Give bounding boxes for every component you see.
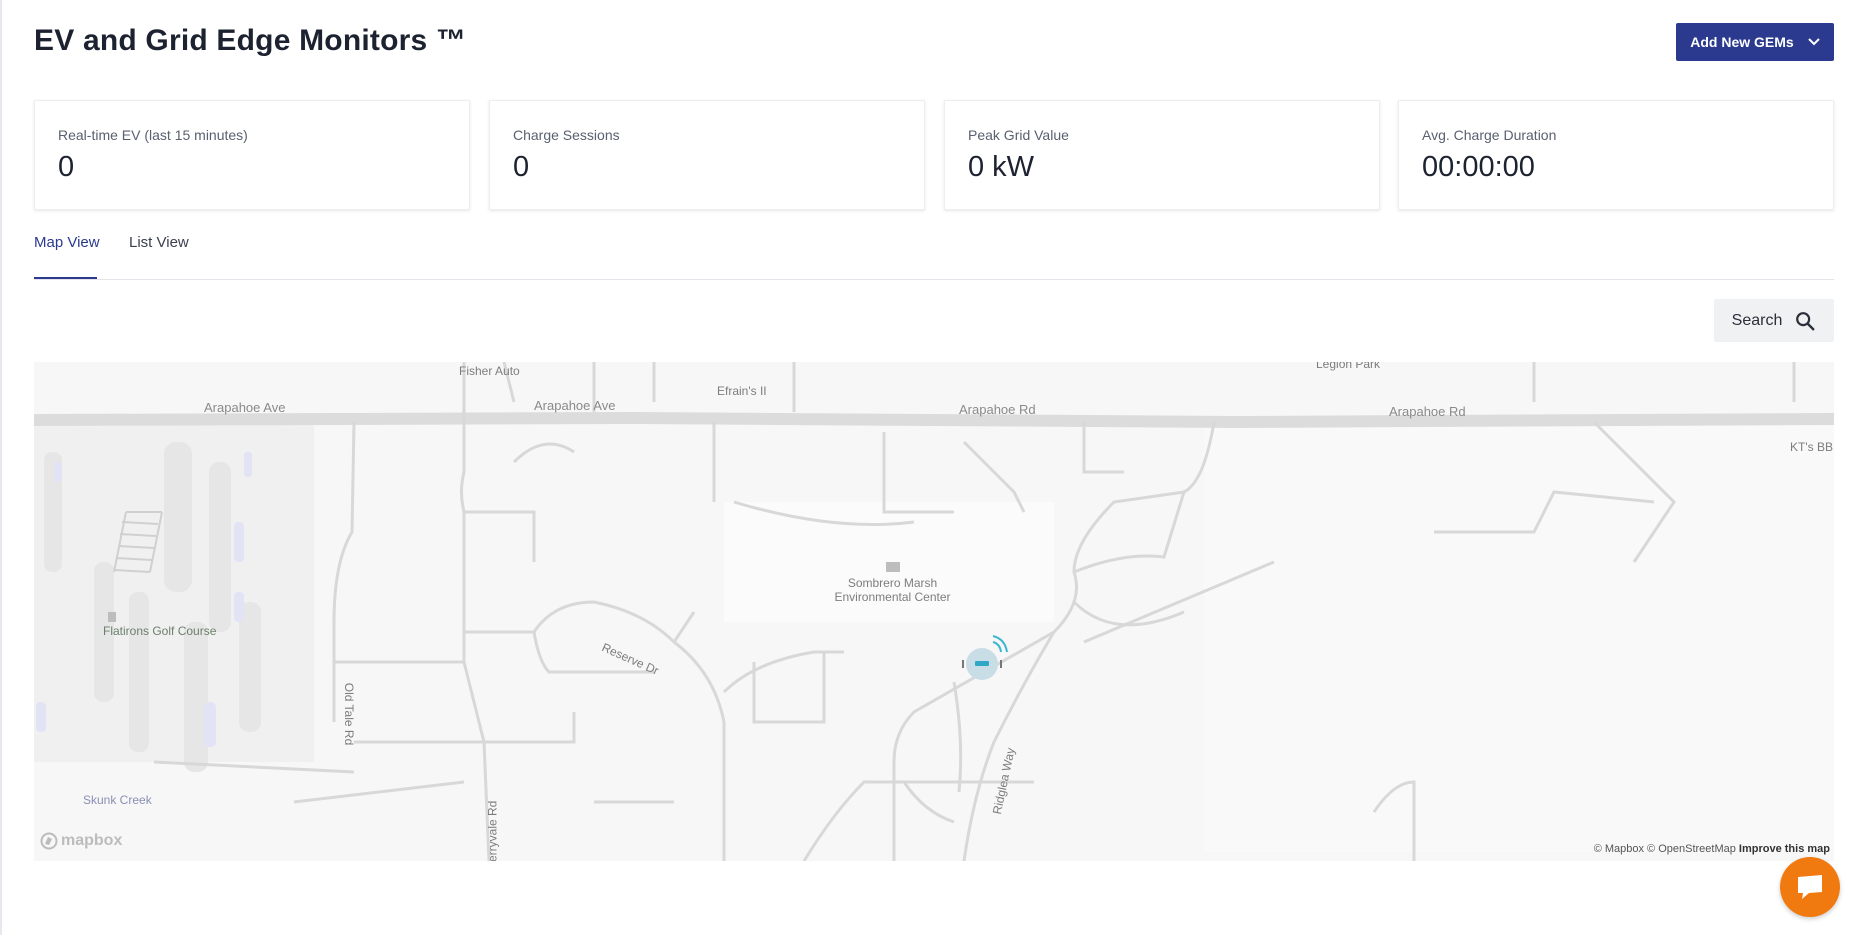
- stat-card-charge-sessions: Charge Sessions 0: [489, 100, 925, 210]
- map-road-label: Arapahoe Rd: [959, 402, 1036, 417]
- chat-icon: [1798, 875, 1822, 899]
- stat-value: 0: [513, 151, 530, 183]
- stat-label: Charge Sessions: [513, 127, 620, 143]
- mapbox-logo-text: mapbox: [61, 832, 123, 849]
- stat-card-peak-grid: Peak Grid Value 0 kW: [944, 100, 1380, 210]
- stat-card-avg-duration: Avg. Charge Duration 00:00:00: [1398, 100, 1834, 210]
- map-view[interactable]: Arapahoe Ave Arapahoe Ave Arapahoe Rd Ar…: [34, 362, 1834, 861]
- map-road-label: Old Tale Rd: [342, 682, 357, 746]
- map-road-label: Arapahoe Ave: [534, 398, 616, 413]
- stat-card-realtime-ev: Real-time EV (last 15 minutes) 0: [34, 100, 470, 210]
- search-button[interactable]: Search: [1714, 299, 1834, 342]
- map-road-label: Arapahoe Rd: [1389, 404, 1466, 419]
- stat-label: Peak Grid Value: [968, 127, 1069, 143]
- search-label: Search: [1731, 311, 1783, 329]
- tab-list-view[interactable]: List View: [129, 234, 189, 251]
- attribution-text[interactable]: © Mapbox © OpenStreetMap: [1594, 843, 1736, 855]
- add-new-gems-label: Add New GEMs: [1690, 34, 1794, 50]
- marsh-label-line2: Environmental Center: [834, 590, 951, 604]
- stat-value: 00:00:00: [1422, 151, 1535, 183]
- stat-label: Real-time EV (last 15 minutes): [58, 127, 248, 143]
- left-border: [0, 0, 2, 935]
- tab-map-view[interactable]: Map View: [34, 234, 100, 251]
- active-tab-indicator: [34, 277, 97, 279]
- search-icon: [1796, 311, 1815, 330]
- stat-value: 0: [58, 151, 75, 183]
- map-poi-label: Fisher Auto: [459, 364, 520, 378]
- map-attribution: © Mapbox © OpenStreetMap Improve this ma…: [1594, 843, 1830, 855]
- chevron-down-icon: [1808, 38, 1820, 46]
- map-poi-label: Sombrero Marsh Environmental Center: [830, 576, 955, 604]
- map-water-label: Skunk Creek: [83, 793, 152, 807]
- map-poi-label: Flatirons Golf Course: [103, 624, 217, 638]
- ev-charger-marker-icon[interactable]: [960, 634, 1012, 682]
- map-road-label: Cherryvale Rd: [485, 800, 500, 861]
- map-road-label: Arapahoe Ave: [204, 400, 286, 415]
- chat-button[interactable]: [1780, 857, 1840, 917]
- stat-value: 0 kW: [968, 151, 1035, 183]
- marsh-label-line1: Sombrero Marsh: [847, 576, 938, 590]
- view-tabs: Map View List View: [34, 228, 1834, 280]
- add-new-gems-button[interactable]: Add New GEMs: [1676, 23, 1834, 61]
- map-poi-label: Legion Park: [1316, 362, 1381, 371]
- improve-map-link[interactable]: Improve this map: [1739, 843, 1830, 855]
- page-title: EV and Grid Edge Monitors ™: [34, 24, 467, 57]
- mapbox-logo-icon: [40, 832, 58, 850]
- mapbox-logo[interactable]: mapbox: [40, 832, 122, 850]
- map-poi-label: Efrain's II: [717, 384, 767, 398]
- map-canvas[interactable]: [34, 362, 1834, 861]
- map-poi-label: KT's BB: [1790, 440, 1833, 454]
- stat-label: Avg. Charge Duration: [1422, 127, 1557, 143]
